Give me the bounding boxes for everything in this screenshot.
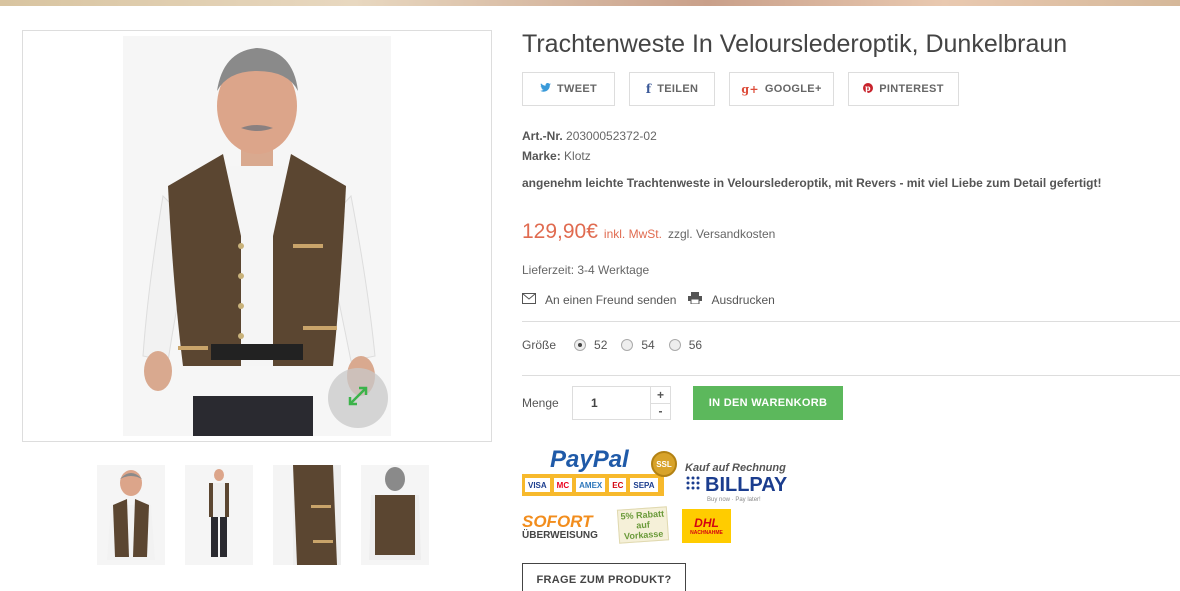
share-buttons: TWEET f TEILEN g+ GOOGLE+ p PINTEREST	[522, 72, 959, 106]
send-to-friend-link[interactable]: An einen Freund senden	[522, 292, 676, 307]
facebook-icon: f	[645, 82, 652, 96]
twitter-icon	[540, 82, 551, 96]
radio-unchecked[interactable]	[621, 339, 634, 351]
product-image-frame[interactable]	[22, 30, 492, 442]
quantity-decrement-button[interactable]: -	[651, 404, 670, 420]
billpay-dots-icon	[685, 474, 701, 497]
radio-unchecked[interactable]	[668, 339, 681, 351]
billpay-logo: Kauf auf Rechnung BILLPAY Buy now · Pay …	[685, 462, 788, 503]
ssl-badge: SSL	[651, 451, 677, 477]
article-number: Art.-Nr. 20300052372-02	[522, 129, 657, 143]
size-option-54[interactable]: 54	[621, 338, 655, 352]
zoom-button[interactable]	[328, 368, 388, 428]
product-description: angenehm leichte Trachtenweste in Velour…	[522, 176, 1102, 190]
quantity-input[interactable]	[573, 387, 650, 419]
product-price: 129,90€	[522, 220, 598, 243]
price-block: 129,90€ inkl. MwSt. zzgl. Versandkosten	[522, 220, 775, 244]
vat-note[interactable]: inkl. MwSt.	[604, 227, 662, 241]
print-link[interactable]: Ausdrucken	[688, 292, 775, 307]
thumbnail-front[interactable]	[97, 465, 165, 565]
thumbnail-detail[interactable]	[273, 465, 341, 565]
brand: Marke: Klotz	[522, 149, 591, 163]
quantity-increment-button[interactable]: +	[651, 387, 670, 404]
sofort-logo: SOFORT ÜBERWEISUNG	[522, 512, 598, 541]
google-plus-icon: g+	[741, 82, 759, 96]
shipping-link[interactable]: zzgl. Versandkosten	[668, 227, 775, 241]
divider	[522, 375, 1180, 376]
product-meta: Art.-Nr. 20300052372-02 Marke: Klotz	[522, 126, 657, 166]
thumbnail-full-body[interactable]	[185, 465, 253, 565]
size-option-56[interactable]: 56	[668, 338, 702, 352]
tweet-button[interactable]: TWEET	[522, 72, 615, 106]
quantity-stepper: + -	[572, 386, 671, 420]
paypal-logo: PayPal VISA MC AMEX EC SEPA	[522, 446, 667, 496]
envelope-icon	[522, 292, 536, 307]
google-plus-button[interactable]: g+ GOOGLE+	[729, 72, 834, 106]
top-banner-strip	[0, 0, 1180, 6]
printer-icon	[688, 292, 703, 307]
divider	[522, 321, 1180, 322]
rabatt-badge: 5% Rabatt auf Vorkasse	[616, 506, 670, 544]
product-links: An einen Freund senden Ausdrucken	[522, 292, 775, 307]
facebook-share-button[interactable]: f TEILEN	[629, 72, 715, 106]
thumbnail-back[interactable]	[361, 465, 429, 565]
pinterest-button[interactable]: p PINTEREST	[848, 72, 959, 106]
thumbnail-gallery	[97, 465, 429, 565]
pinterest-icon: p	[863, 82, 874, 96]
dhl-logo: DHL NACHNAHME	[682, 509, 731, 543]
size-option-52[interactable]: 52	[574, 338, 607, 352]
radio-checked[interactable]	[574, 339, 587, 351]
ask-question-button[interactable]: FRAGE ZUM PRODUKT?	[522, 563, 686, 591]
size-selector: Größe 52 54 56	[522, 338, 716, 352]
product-title: Trachtenweste In Velourslederoptik, Dunk…	[522, 30, 1068, 58]
payment-cards: VISA MC AMEX EC SEPA	[522, 474, 664, 496]
quantity-label: Menge	[522, 396, 559, 410]
add-to-cart-button[interactable]: IN DEN WARENKORB	[693, 386, 843, 420]
delivery-time: Lieferzeit: 3-4 Werktage	[522, 263, 650, 277]
product-photo	[123, 36, 391, 436]
expand-icon	[347, 385, 369, 412]
svg-text:p: p	[865, 83, 871, 93]
size-label: Größe	[522, 338, 557, 352]
